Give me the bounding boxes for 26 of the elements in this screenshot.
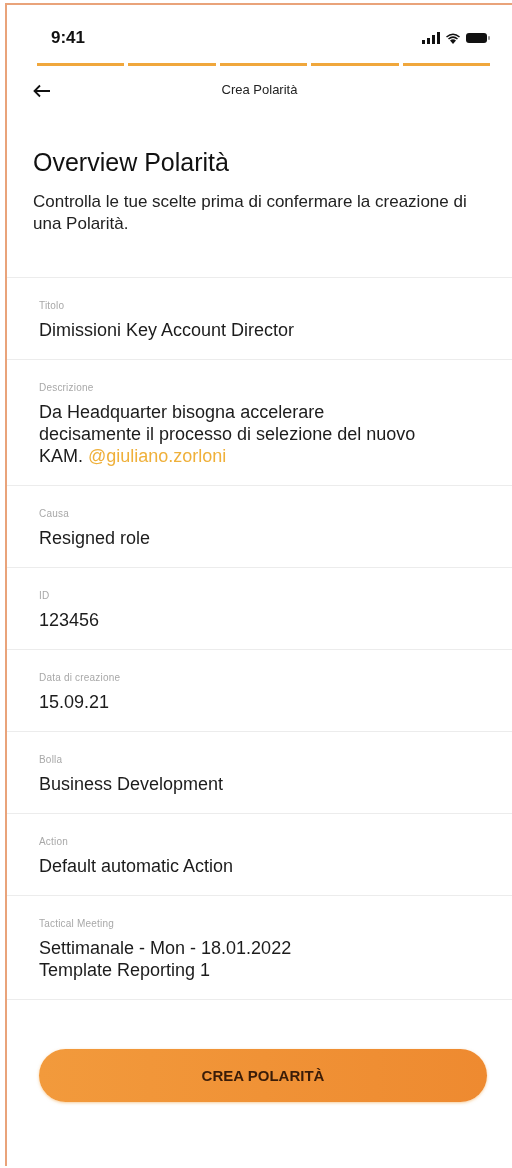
field-value: Template Reporting 1 <box>39 959 212 981</box>
field-value: Dimissioni Key Account Director <box>39 319 296 341</box>
field-label: Tactical Meeting <box>39 918 115 929</box>
field-label: ID <box>39 590 51 601</box>
field-label: Causa <box>39 508 70 519</box>
field-label: Action <box>39 836 69 847</box>
description-text: Da Headquarter bisogna accelerare decisamente il processo di selezione del nuovo KAM. @giuliano.zorloni <box>39 401 417 467</box>
battery-icon <box>466 32 490 44</box>
field-label: Bolla <box>39 754 64 765</box>
back-arrow-icon[interactable] <box>33 84 51 98</box>
create-polarity-button[interactable]: CREA POLARITÀ <box>39 1049 487 1102</box>
wifi-icon <box>445 32 461 44</box>
field-label: Data di creazione <box>39 672 122 683</box>
field-label: Descrizione <box>39 382 95 393</box>
signal-icon <box>422 32 440 44</box>
field-value: 123456 <box>39 609 101 631</box>
field-value: Settimanale - Mon - 18.01.2022 <box>39 937 293 959</box>
intro-text: Controlla le tue scelte prima di confermare la creazione di una Polarità. <box>33 191 468 235</box>
field-label: Titolo <box>39 300 66 311</box>
field-value: Business Development <box>39 773 225 795</box>
field-value: Resigned role <box>39 527 152 549</box>
field-value: Default automatic Action <box>39 855 235 877</box>
screen-title: Crea Polarità <box>221 82 298 97</box>
page-heading: Overview Polarità <box>33 148 230 177</box>
clock-time: 9:41 <box>51 28 86 48</box>
field-value: 15.09.21 <box>39 691 111 713</box>
